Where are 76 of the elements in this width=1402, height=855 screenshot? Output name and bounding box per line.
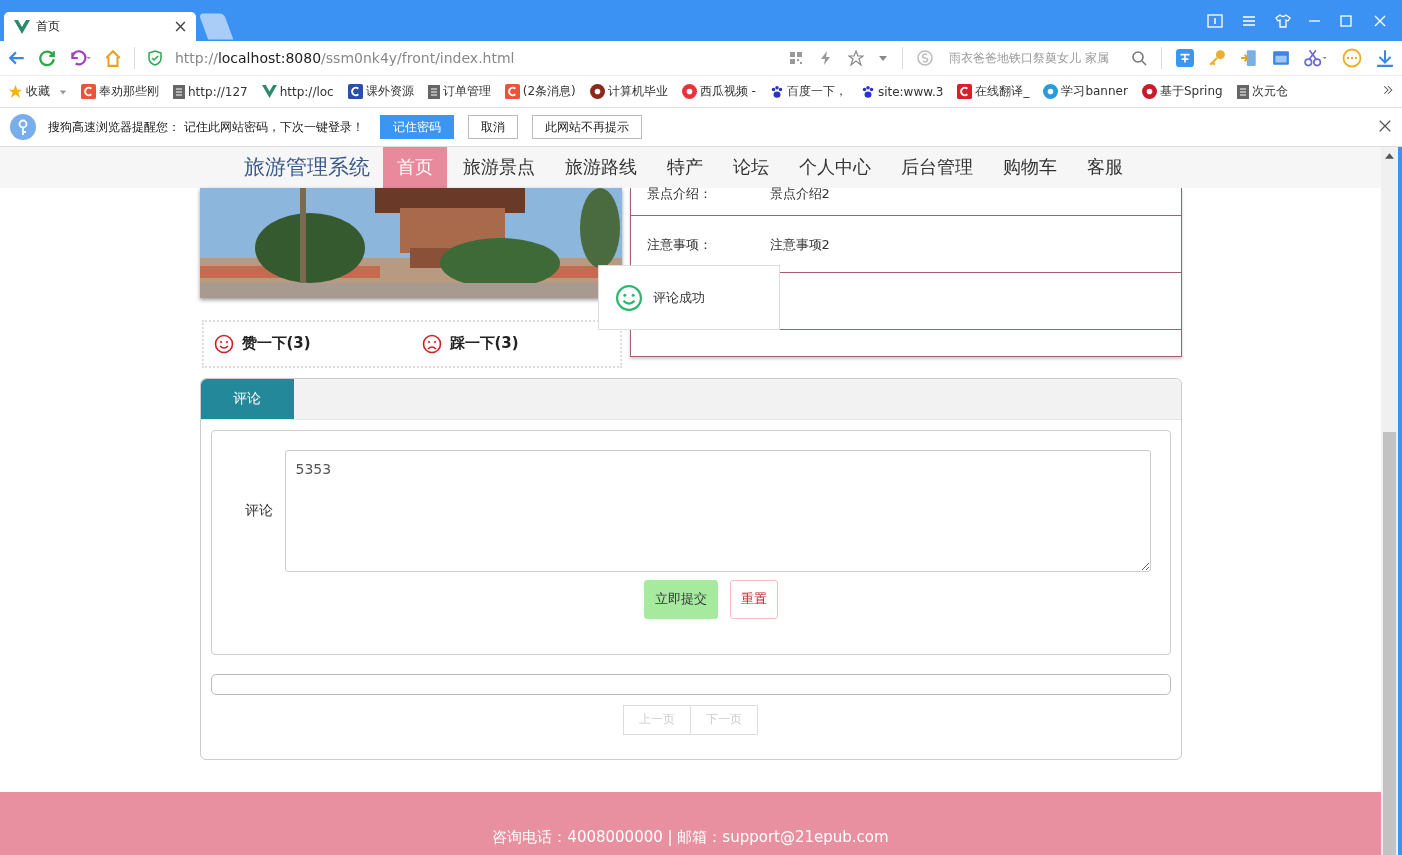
vote-link[interactable]: 踩一下(3)	[411, 333, 620, 354]
search-engine-icon	[917, 50, 933, 66]
detail-label: 注意事项：	[646, 235, 713, 254]
bookmark[interactable]: 奉劝那些刚	[81, 83, 159, 100]
dropdown-caret-icon	[878, 53, 888, 63]
footer-text: 咨询电话：4008000000 | 邮箱：support@21epub.com	[492, 828, 889, 847]
more-icon	[1342, 48, 1362, 68]
refresh-icon	[38, 49, 56, 67]
bookmark[interactable]: 订单管理	[427, 83, 491, 100]
bookmark[interactable]: 次元仓	[1236, 83, 1288, 100]
v-logo-icon	[14, 18, 30, 35]
detail-label: 景点介绍：	[646, 185, 713, 204]
address-bar[interactable]: http://localhost:8080/ssm0nk4y/front/index.html	[175, 50, 515, 66]
nav-link[interactable]: 后台管理	[886, 147, 987, 188]
nav-link[interactable]: 特产	[652, 147, 717, 188]
comment-field[interactable]: 5353	[284, 449, 1151, 572]
window-count-icon	[1207, 12, 1223, 29]
scroll-up-icon[interactable]	[1385, 153, 1394, 159]
bookmark[interactable]: site:www.3	[860, 84, 944, 99]
reset-button[interactable]: 重置	[730, 579, 778, 619]
nav-link[interactable]: 客服	[1072, 147, 1137, 188]
bookmark[interactable]: 基于Spring	[1141, 83, 1223, 100]
shield-icon	[147, 50, 163, 66]
bookmark[interactable]: 计算机毕业	[589, 83, 668, 100]
field-label: 评论	[243, 501, 274, 520]
nav-link[interactable]: 旅游路线	[550, 147, 651, 188]
bookmark[interactable]: 收藏	[8, 83, 67, 100]
notice-button[interactable]: 取消	[467, 115, 518, 139]
bookmark[interactable]: 课外资源	[347, 83, 414, 100]
scroll-thumb[interactable]	[1383, 432, 1396, 855]
site-brand[interactable]: 旅游管理系统	[243, 147, 370, 188]
bookmark[interactable]: 学习banner	[1043, 83, 1128, 100]
bookmark[interactable]: http://loc	[261, 84, 334, 99]
scissors-icon	[1304, 49, 1328, 67]
bookmark[interactable]: 在线翻译_	[957, 83, 1030, 100]
scrollbar[interactable]	[1381, 147, 1402, 855]
chevron-double-right-icon	[1382, 84, 1394, 96]
toast-text: 评论成功	[653, 288, 705, 307]
smile-icon	[615, 283, 643, 312]
bookmark[interactable]: 百度一下，	[769, 83, 847, 100]
notice-text: 搜狗高速浏览器提醒您： 记住此网站密码，下次一键登录！	[48, 118, 364, 136]
star-icon	[848, 50, 864, 66]
vote-link[interactable]: 赞一下(3)	[203, 333, 412, 354]
download-icon	[1376, 49, 1394, 67]
bookmark[interactable]: (2条消息)	[504, 83, 576, 100]
key-icon	[1208, 49, 1226, 67]
maximize-icon	[1338, 12, 1354, 29]
key-icon	[10, 114, 36, 140]
detail-value: 景点介绍2	[769, 185, 830, 204]
comment-tab[interactable]: 评论	[200, 378, 294, 419]
minimize-icon	[1309, 19, 1320, 22]
dropdown-caret-icon	[59, 87, 67, 96]
shirt-icon	[1275, 12, 1291, 29]
browser-tab[interactable]	[198, 13, 234, 40]
nav-link[interactable]: 论坛	[718, 147, 783, 188]
nav-link[interactable]: 旅游景点	[448, 147, 549, 188]
nav-link[interactable]: 个人中心	[784, 147, 885, 188]
notice-button[interactable]: 此网站不再提示	[531, 115, 642, 139]
browser-tab[interactable]: 首页	[4, 12, 196, 41]
close-icon	[175, 21, 186, 32]
smile-icon	[213, 333, 234, 354]
sad-face-icon	[421, 333, 442, 354]
bookmark[interactable]: 西瓜视频 -	[681, 83, 756, 100]
qr-code-icon	[788, 50, 804, 66]
submit-button[interactable]: 立即提交	[644, 579, 718, 619]
undo-icon	[68, 49, 92, 67]
window-icon	[1272, 49, 1290, 67]
nav-link[interactable]: 购物车	[988, 147, 1071, 188]
home-icon	[104, 49, 122, 67]
back-icon	[8, 49, 26, 67]
search-icon	[1131, 50, 1147, 66]
close-icon	[1378, 118, 1392, 133]
bookmark[interactable]: http://127	[173, 84, 248, 99]
search-field[interactable]: 雨衣爸爸地铁口祭奠女儿 家属	[947, 50, 1117, 66]
detail-value: 注意事项2	[769, 235, 830, 254]
translate-icon	[1176, 49, 1194, 67]
